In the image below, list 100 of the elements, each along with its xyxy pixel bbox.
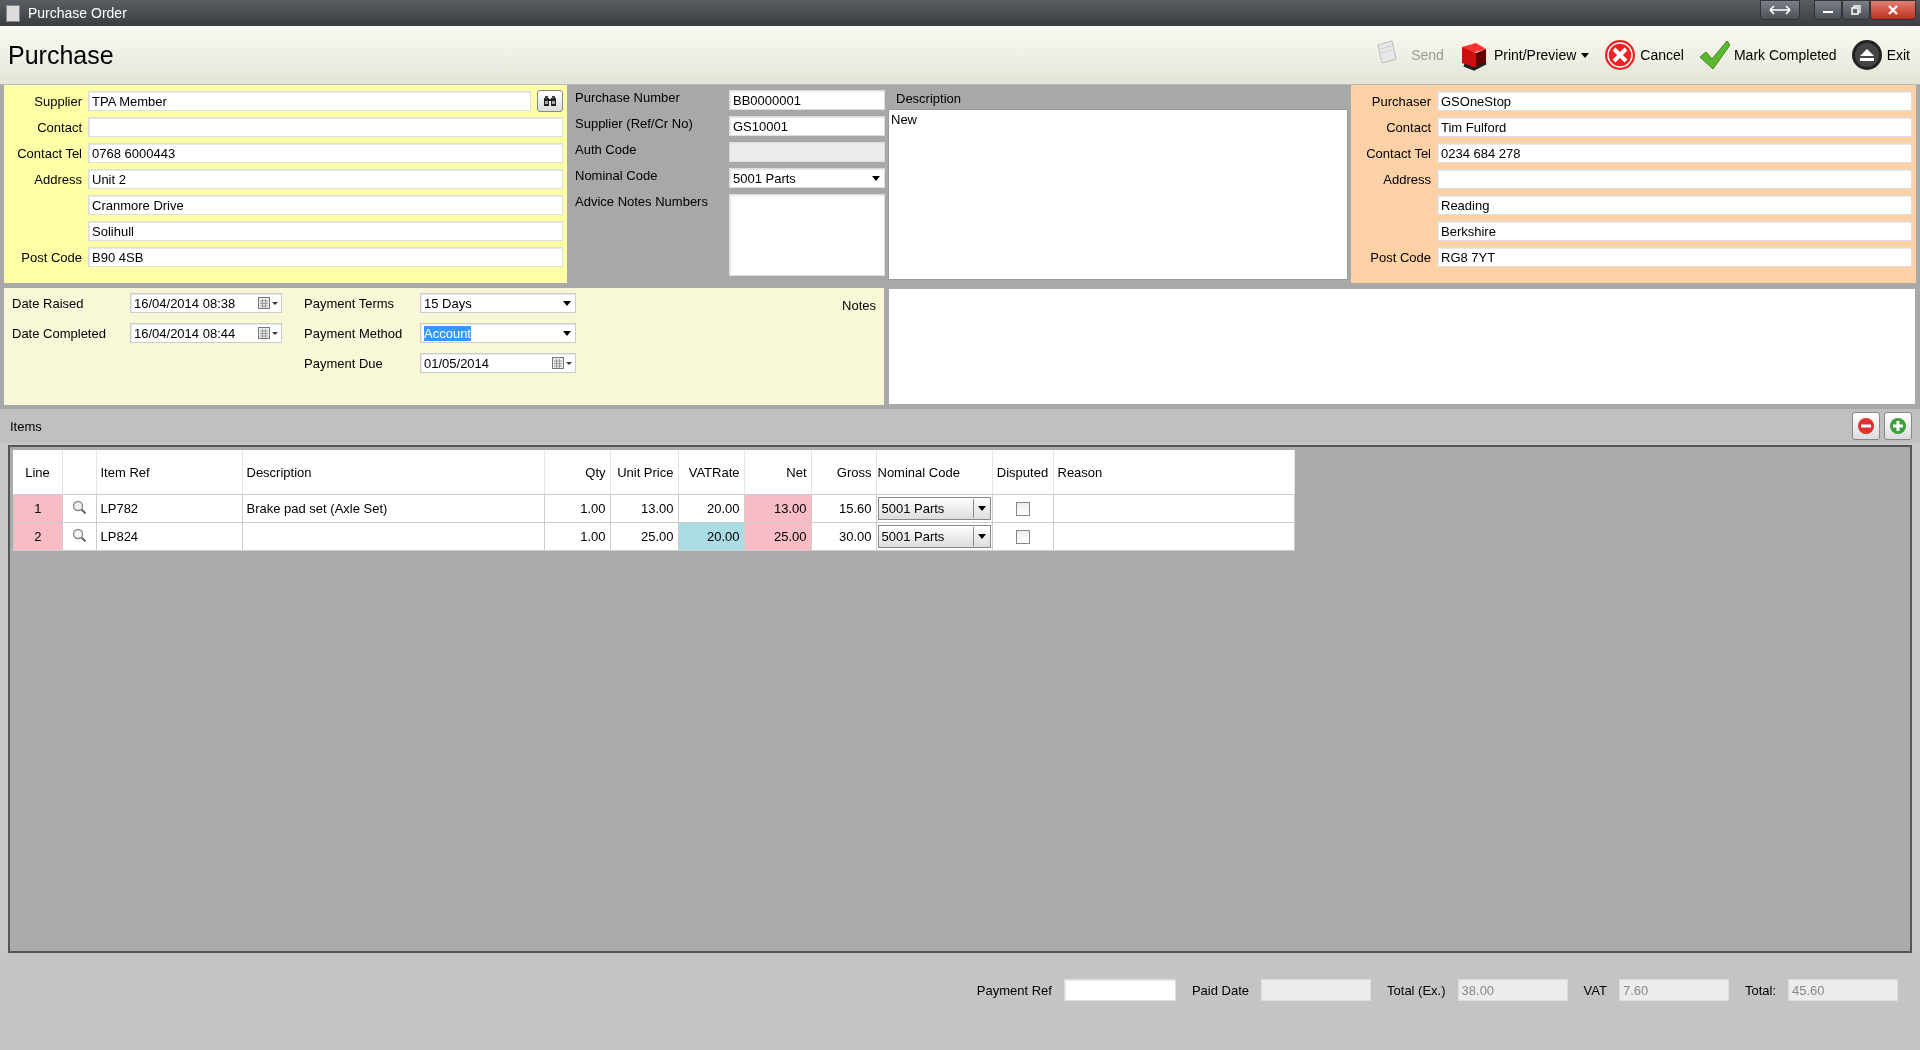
text-field[interactable]: 0234 684 278 <box>1437 143 1912 163</box>
field-label: Payment Ref <box>976 982 1052 998</box>
minimize-button[interactable] <box>1814 0 1842 20</box>
caret-icon <box>1580 51 1591 59</box>
text-field[interactable]: Solihull <box>88 221 563 241</box>
column-header: Unit Price <box>610 450 678 495</box>
text-field: 7.60 <box>1618 979 1729 1001</box>
page-title: Purchase <box>8 40 114 70</box>
document-icon <box>6 4 20 22</box>
calendar-dropdown-icon <box>552 357 572 369</box>
text-field[interactable] <box>88 117 563 137</box>
column-header: Line <box>13 450 62 495</box>
text-field[interactable]: Unit 2 <box>88 169 563 189</box>
caret-icon <box>976 533 987 540</box>
table-cell: 20.00 <box>678 494 744 523</box>
toolbar-button[interactable]: Print/Preview <box>1455 37 1593 73</box>
table-cell: 13.00 <box>610 494 678 523</box>
column-header: VATRate <box>678 450 744 495</box>
caret-icon <box>562 299 572 307</box>
memo-field[interactable] <box>729 194 885 276</box>
maximize-button[interactable] <box>1842 0 1870 20</box>
text-field[interactable]: B90 4SB <box>88 247 563 267</box>
table-cell: 30.00 <box>811 522 876 551</box>
notes-field[interactable] <box>888 288 1916 405</box>
table-cell: 25.00 <box>610 522 678 551</box>
calendar-dropdown-icon <box>258 297 278 309</box>
binoculars-icon <box>543 95 557 107</box>
toolbar-button[interactable]: Mark Completed <box>1695 37 1839 73</box>
table-cell: 15.60 <box>811 494 876 523</box>
caret-icon <box>871 174 881 182</box>
dropdown[interactable]: 15 Days <box>420 293 576 313</box>
double-arrow-icon <box>1769 5 1791 15</box>
dropdown[interactable]: 5001 Parts <box>877 525 991 548</box>
dropdown[interactable]: 5001 Parts <box>729 168 885 188</box>
section-title: Items <box>10 418 42 434</box>
column-header: Nominal Code <box>876 450 992 495</box>
toolbar-button[interactable]: Exit <box>1848 37 1912 73</box>
field-label: Purchase Number <box>575 90 681 107</box>
table-cell: 1.00 <box>544 494 610 523</box>
checkbox[interactable] <box>1015 502 1030 517</box>
field-label: Date Raised <box>12 295 85 311</box>
text-field[interactable]: Berkshire <box>1437 221 1912 241</box>
dropdown[interactable]: 5001 Parts <box>877 497 991 520</box>
toolbar-button[interactable]: Cancel <box>1602 37 1686 73</box>
restore-button[interactable] <box>1760 0 1800 20</box>
field-label: Contact <box>36 119 82 135</box>
date-picker[interactable]: 01/05/2014 <box>420 353 576 373</box>
text-field[interactable]: RG8 7YT <box>1437 247 1912 267</box>
field-label: Contact <box>1385 119 1431 135</box>
text-field[interactable]: GSOneStop <box>1437 91 1912 111</box>
text-field[interactable]: Tim Fulford <box>1437 117 1912 137</box>
checkmark-icon <box>1697 39 1730 71</box>
text-field: 45.60 <box>1788 979 1898 1001</box>
field-label: Payment Method <box>304 325 404 341</box>
table-cell: 13.00 <box>744 494 811 523</box>
field-label: Advice Notes Numbers <box>575 194 709 211</box>
lookup-button[interactable] <box>537 90 563 112</box>
text-field[interactable]: Reading <box>1437 195 1912 215</box>
restore-icon <box>1851 5 1861 15</box>
remove-button[interactable] <box>1852 412 1880 440</box>
field-label: Paid Date <box>1191 982 1250 998</box>
close-icon <box>1887 5 1899 15</box>
text-field[interactable] <box>1437 169 1912 189</box>
column-header: Reason <box>1053 450 1294 495</box>
column-header: Item Ref <box>96 450 242 495</box>
text-field[interactable]: BB0000001 <box>729 90 885 110</box>
text-field[interactable]: 0768 6000443 <box>88 143 563 163</box>
description-field[interactable]: New <box>888 109 1348 280</box>
field-label: Date Completed <box>12 325 107 341</box>
field-label: Total: <box>1744 982 1776 998</box>
cancel-icon <box>1604 39 1637 71</box>
caret-icon <box>976 505 987 512</box>
table-cell: 1 <box>13 494 62 523</box>
plus-icon <box>1889 417 1907 435</box>
column-header: Disputed <box>992 450 1053 495</box>
close-button[interactable] <box>1870 0 1916 20</box>
field-label: Nominal Code <box>575 168 659 185</box>
field-label: Description <box>895 90 963 108</box>
table-cell: 1.00 <box>544 522 610 551</box>
column-header: Net <box>744 450 811 495</box>
text-field[interactable]: GS10001 <box>729 116 885 136</box>
field-label: Supplier <box>33 93 82 109</box>
column-header: Gross <box>811 450 876 495</box>
text-field[interactable] <box>1063 979 1176 1001</box>
date-picker[interactable]: 16/04/2014 08:44 <box>130 323 282 343</box>
field-label: Supplier (Ref/Cr No) <box>575 116 694 133</box>
column-header: Description <box>242 450 544 495</box>
window-title: Purchase Order <box>28 5 127 21</box>
checkbox[interactable] <box>1015 530 1030 545</box>
field-label: Address <box>1382 171 1431 187</box>
field-label: Payment Terms <box>304 295 396 311</box>
field-label: VAT <box>1583 982 1607 998</box>
text-field[interactable]: Cranmore Drive <box>88 195 563 215</box>
date-picker[interactable]: 16/04/2014 08:38 <box>130 293 282 313</box>
table-cell: 20.00 <box>678 522 744 551</box>
text-field[interactable]: TPA Member <box>88 91 531 111</box>
add-button[interactable] <box>1884 412 1912 440</box>
field-label: Purchaser <box>1370 93 1431 109</box>
search-icon <box>72 528 86 542</box>
calendar-dropdown-icon <box>258 327 278 339</box>
